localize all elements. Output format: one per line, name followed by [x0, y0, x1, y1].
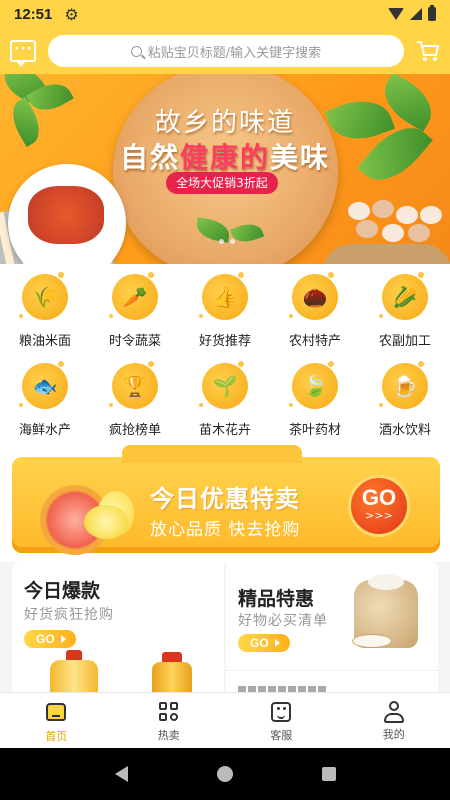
status-time: 12:51: [14, 5, 53, 23]
banner-subtitle-highlight: 健康的: [179, 141, 270, 174]
grid-icon: [157, 702, 181, 724]
nav-item-hot-sale[interactable]: 热卖: [113, 693, 226, 748]
go-label: GO: [361, 485, 397, 510]
selected-deals-go-button[interactable]: GO: [238, 634, 290, 652]
category-label: 农副加工: [378, 334, 431, 349]
category-label: 时令蔬菜: [108, 334, 161, 349]
customer-service-icon: [269, 702, 293, 724]
carousel-indicator: [219, 239, 235, 244]
egg-decoration: [356, 220, 378, 238]
top-search-bar: 粘贴宝贝标题/输入关键字搜索: [0, 28, 450, 74]
nav-item-customer-service[interactable]: 客服: [225, 693, 338, 748]
fish-icon: 🐟: [19, 361, 68, 409]
category-item[interactable]: 🐟 海鲜水产: [0, 353, 90, 442]
card-divider: [226, 670, 438, 671]
carrot-icon: 🥕: [109, 272, 158, 320]
category-label: 疯抢榜单: [108, 423, 161, 438]
status-indicators: [388, 5, 436, 21]
category-item[interactable]: 🌽 农副加工: [360, 264, 450, 353]
category-item[interactable]: 👍 好货推荐: [180, 264, 270, 353]
nuts-icon: 🌰: [289, 272, 338, 320]
daily-deal-banner[interactable]: 今日优惠特卖 放心品质 快去抢购 GO >>>: [0, 442, 450, 562]
category-label: 海鲜水产: [18, 423, 71, 438]
search-input[interactable]: 粘贴宝贝标题/输入关键字搜索: [48, 35, 404, 67]
category-item[interactable]: 🏆 疯抢榜单: [90, 353, 180, 442]
egg-decoration: [408, 224, 430, 242]
nav-label: 热卖: [157, 729, 180, 742]
beer-icon: 🍺: [379, 361, 428, 409]
egg-decoration: [348, 202, 370, 220]
go-button[interactable]: GO >>>: [348, 475, 410, 537]
selected-deals-card[interactable]: 精品特惠 好物必买清单 GO: [226, 562, 438, 692]
wifi-icon: [388, 8, 404, 20]
hot-items-go-button[interactable]: GO: [24, 630, 76, 648]
hot-items-subtitle: 好货疯狂抢购: [24, 607, 114, 623]
category-label: 茶叶药材: [288, 423, 341, 438]
nav-label: 我的: [382, 728, 405, 741]
sale-tag: 全场大促销3折起: [166, 172, 278, 194]
shopping-cart-icon[interactable]: [416, 40, 440, 62]
category-item[interactable]: 🌾 粮油米面: [0, 264, 90, 353]
grain-icon: 🌾: [19, 272, 68, 320]
system-navigation-bar: [0, 748, 450, 800]
category-label: 粮油米面: [18, 334, 71, 349]
bottom-navigation: 首页 热卖 客服 我的: [0, 692, 450, 748]
egg-basket-image: [322, 244, 450, 264]
category-grid: 🌾 粮油米面 🥕 时令蔬菜 👍 好货推荐 🌰 农村特产 🌽 农副加工 🐟 海鲜水…: [0, 264, 450, 442]
banner-subtitle-part: 自然: [119, 141, 180, 174]
category-item[interactable]: 🌰 农村特产: [270, 264, 360, 353]
category-label: 苗木花卉: [198, 423, 251, 438]
cell-signal-icon: [410, 8, 422, 20]
category-label: 好货推荐: [198, 334, 251, 349]
category-item[interactable]: 🌱 苗木花卉: [180, 353, 270, 442]
home-button-icon[interactable]: [216, 766, 233, 782]
category-label: 酒水饮料: [378, 423, 431, 438]
selected-deals-title: 精品特惠: [238, 588, 315, 610]
user-icon: [382, 701, 406, 723]
recent-apps-icon[interactable]: [321, 767, 336, 781]
status-bar: 12:51 ⚙: [0, 0, 450, 28]
daily-deal-title: 今日优惠特卖: [150, 485, 300, 513]
nav-label: 首页: [45, 730, 68, 743]
lemon-image: [84, 505, 128, 539]
nav-item-home[interactable]: 首页: [0, 693, 113, 748]
search-placeholder: 粘贴宝贝标题/输入关键字搜索: [147, 45, 322, 61]
category-item[interactable]: 🥕 时令蔬菜: [90, 264, 180, 353]
banner-title: 故乡的味道: [154, 108, 295, 138]
rice-scoop-image: [352, 634, 392, 648]
message-icon[interactable]: [10, 40, 36, 67]
trophy-icon: 🏆: [109, 361, 158, 409]
category-item[interactable]: 🍃 茶叶药材: [270, 353, 360, 442]
egg-decoration: [396, 206, 418, 224]
tea-leaf-icon: 🍃: [289, 361, 338, 409]
daily-deal-subtitle: 放心品质 快去抢购: [150, 520, 301, 540]
daily-deal-card[interactable]: 今日优惠特卖 放心品质 快去抢购 GO >>>: [12, 445, 440, 555]
search-icon: [130, 45, 142, 57]
banner-subtitle-part: 美味: [270, 141, 331, 174]
egg-decoration: [420, 206, 442, 224]
battery-icon: [428, 5, 436, 21]
selected-deals-subtitle: 好物必买清单: [238, 613, 328, 629]
category-item[interactable]: 🍺 酒水饮料: [360, 353, 450, 442]
back-icon[interactable]: [114, 766, 128, 782]
corn-icon: 🌽: [379, 272, 428, 320]
egg-decoration: [382, 224, 404, 242]
pasta-plate-image: [8, 164, 126, 264]
nav-item-profile[interactable]: 我的: [338, 693, 450, 748]
egg-decoration: [372, 200, 394, 218]
hot-items-card[interactable]: 今日爆款 好货疯狂抢购 GO: [12, 562, 224, 702]
thumbs-up-icon: 👍: [199, 272, 248, 320]
home-icon: [44, 703, 68, 725]
go-arrows: >>>: [365, 509, 393, 522]
banner-subtitle: 自然健康的美味: [0, 136, 450, 176]
promo-banner[interactable]: 故乡的味道 自然健康的美味 全场大促销3折起: [0, 74, 450, 264]
category-label: 农村特产: [288, 334, 341, 349]
hot-items-title: 今日爆款: [24, 580, 101, 602]
feature-section: 今日爆款 好货疯狂抢购 GO 精品特惠 好物必买清单 GO: [0, 562, 450, 702]
nav-label: 客服: [270, 729, 293, 742]
seedling-icon: 🌱: [199, 361, 248, 409]
settings-gear-icon: ⚙: [64, 4, 79, 24]
